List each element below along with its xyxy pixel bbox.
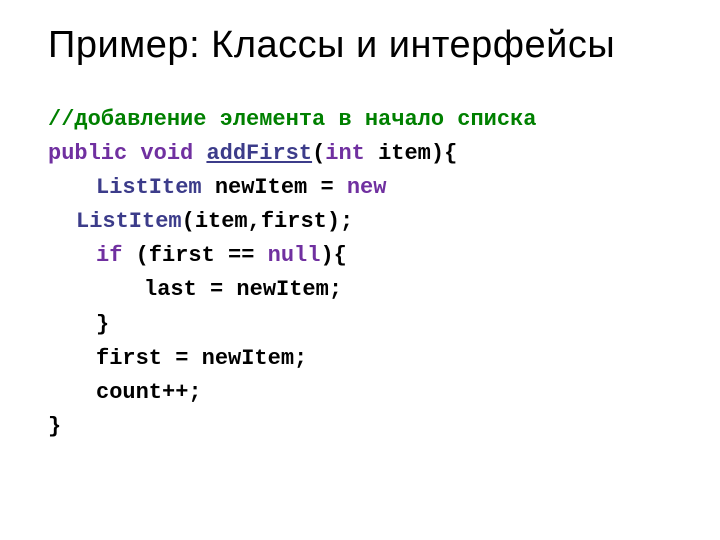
code-line: public void addFirst(int item){ bbox=[48, 137, 672, 171]
kw-new: new bbox=[347, 175, 387, 200]
code-line: count++; bbox=[48, 376, 672, 410]
code-line: //добавление элемента в начало списка bbox=[48, 103, 672, 137]
kw-void: void bbox=[140, 141, 193, 166]
code-text: (first == bbox=[122, 243, 267, 268]
code-line: ListItem(item,first); bbox=[48, 205, 672, 239]
code-line: ListItem newItem = new bbox=[48, 171, 672, 205]
code-text: count++; bbox=[96, 380, 202, 405]
code-line: } bbox=[48, 410, 672, 444]
paren-open: ( bbox=[312, 141, 325, 166]
code-line: if (first == null){ bbox=[48, 239, 672, 273]
code-comment: //добавление элемента в начало списка bbox=[48, 107, 536, 132]
code-text: first = newItem; bbox=[96, 346, 307, 371]
code-text: (item,first); bbox=[182, 209, 354, 234]
cls-ListItem2: ListItem bbox=[76, 209, 182, 234]
cls-ListItem: ListItem bbox=[96, 175, 202, 200]
code-text: } bbox=[96, 312, 109, 337]
code-text: newItem = bbox=[202, 175, 347, 200]
code-line: } bbox=[48, 308, 672, 342]
kw-if: if bbox=[96, 243, 122, 268]
code-text: last = newItem; bbox=[144, 277, 342, 302]
code-text: item){ bbox=[365, 141, 457, 166]
code-text: ){ bbox=[320, 243, 346, 268]
code-line: last = newItem; bbox=[48, 273, 672, 307]
code-line: first = newItem; bbox=[48, 342, 672, 376]
kw-int: int bbox=[325, 141, 365, 166]
fn-addFirst: addFirst bbox=[206, 141, 312, 166]
kw-public: public bbox=[48, 141, 127, 166]
kw-null: null bbox=[268, 243, 321, 268]
code-block: //добавление элемента в начало списка pu… bbox=[48, 103, 672, 444]
slide-title: Пример: Классы и интерфейсы bbox=[48, 24, 672, 67]
code-text: } bbox=[48, 414, 61, 439]
